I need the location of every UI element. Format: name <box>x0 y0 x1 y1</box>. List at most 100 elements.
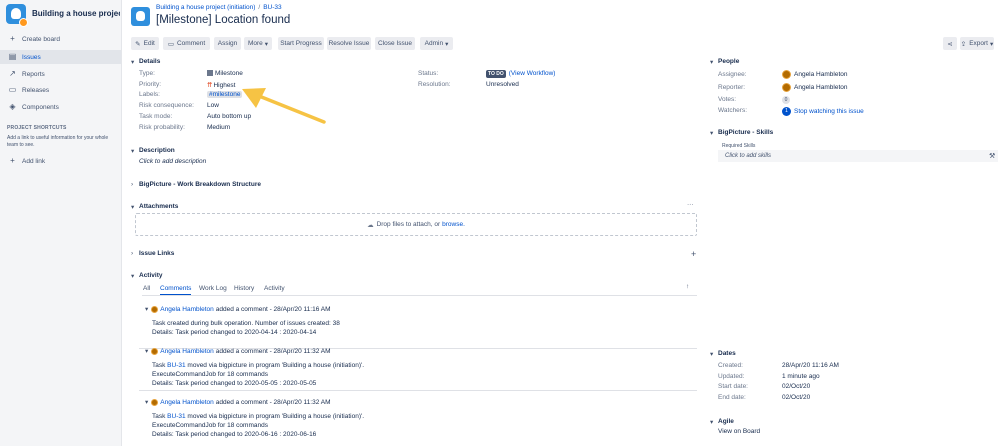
breadcrumb-project-link[interactable]: Building a house project (initiation) <box>156 4 255 11</box>
breadcrumb: Building a house project (initiation)/BU… <box>156 4 282 11</box>
risk-consequence-value[interactable]: Low <box>207 102 219 109</box>
wbs-section-title[interactable]: BigPicture - Work Breakdown Structure <box>139 181 261 188</box>
sidebar-item-reports[interactable]: ↗ Reports <box>0 67 121 81</box>
start-date-value: 02/Oct/20 <box>782 383 810 390</box>
skills-placeholder: Click to add skills <box>725 153 771 159</box>
chevron-down-icon[interactable]: ▾ <box>710 350 713 358</box>
chevron-right-icon[interactable]: › <box>131 181 133 188</box>
chevron-down-icon[interactable]: ▾ <box>710 418 713 426</box>
view-workflow-link[interactable]: (View Workflow) <box>509 70 556 77</box>
breadcrumb-separator: / <box>258 4 260 11</box>
add-link-button[interactable]: + Add link <box>0 154 121 168</box>
risk-probability-value[interactable]: Medium <box>207 124 230 131</box>
project-avatar[interactable] <box>6 4 26 24</box>
assignee-value[interactable]: Angela Hambleton <box>782 70 847 79</box>
resolve-issue-button[interactable]: Resolve Issue <box>327 37 371 50</box>
assign-label: Assign <box>218 40 238 47</box>
breadcrumb-issue-link[interactable]: BU-33 <box>263 4 281 11</box>
type-value: Milestone <box>207 70 243 77</box>
export-icon: ⇪ <box>961 40 966 48</box>
chevron-down-icon[interactable]: ▾ <box>710 129 713 137</box>
description-section-title[interactable]: Description <box>139 147 175 154</box>
admin-button[interactable]: Admin▾ <box>420 37 453 50</box>
tab-history[interactable]: History <box>234 285 254 292</box>
priority-value-text: Highest <box>213 82 235 89</box>
start-progress-button[interactable]: Start Progress <box>278 37 324 50</box>
issue-link[interactable]: BU-31 <box>167 362 185 369</box>
tab-all[interactable]: All <box>143 285 150 292</box>
wrench-icon[interactable]: ⚒ <box>989 152 995 160</box>
close-label: Close Issue <box>378 40 412 47</box>
end-date-value: 02/Oct/20 <box>782 394 810 401</box>
description-placeholder[interactable]: Click to add description <box>139 158 206 165</box>
sidebar-item-label: Issues <box>22 54 41 61</box>
share-icon: ⋖ <box>947 40 952 48</box>
agile-section-title[interactable]: Agile <box>718 418 734 425</box>
comment-author-link[interactable]: Angela Hambleton <box>160 348 213 355</box>
add-link-label: Add link <box>22 158 45 165</box>
votes-count: 0 <box>782 96 790 104</box>
details-section-title[interactable]: Details <box>139 58 160 65</box>
chevron-down-icon[interactable]: ▾ <box>131 272 134 280</box>
updated-label: Updated: <box>718 373 744 380</box>
assign-button[interactable]: Assign <box>214 37 241 50</box>
sidebar-item-issues[interactable]: ▤ Issues <box>0 50 121 64</box>
shortcuts-title: PROJECT SHORTCUTS <box>7 125 67 131</box>
tab-work-log[interactable]: Work Log <box>199 285 227 292</box>
shortcuts-description: Add a link to useful information for you… <box>7 135 112 149</box>
skills-section-title[interactable]: BigPicture - Skills <box>718 129 773 136</box>
more-options-icon[interactable]: ··· <box>687 201 694 208</box>
browse-link[interactable]: browse. <box>442 221 465 228</box>
comment-header: ▾ Angela Hambleton added a comment - 28/… <box>145 398 331 406</box>
avatar <box>782 70 791 79</box>
project-name[interactable]: Building a house projec... <box>32 9 120 18</box>
drop-files-text: Drop files to attach, or <box>377 221 441 228</box>
sort-order-icon[interactable]: ↑ <box>686 283 689 290</box>
sidebar-item-releases[interactable]: ▭ Releases <box>0 83 121 97</box>
comment-author-link[interactable]: Angela Hambleton <box>160 306 213 313</box>
skills-field[interactable]: Click to add skills ⚒ <box>718 150 998 162</box>
comment-author-link[interactable]: Angela Hambleton <box>160 399 213 406</box>
chevron-right-icon[interactable]: › <box>131 250 133 257</box>
export-button[interactable]: ⇪Export▾ <box>960 37 994 50</box>
chevron-down-icon[interactable]: ▾ <box>145 305 148 313</box>
chevron-down-icon[interactable]: ▾ <box>145 398 148 406</box>
updated-value: 1 minute ago <box>782 373 820 380</box>
chevron-down-icon[interactable]: ▾ <box>131 147 134 155</box>
sidebar-item-components[interactable]: ◈ Components <box>0 100 121 114</box>
votes-value[interactable]: 0 <box>782 96 790 104</box>
tab-activity[interactable]: Activity <box>264 285 285 292</box>
comment-label: Comment <box>177 40 205 47</box>
issue-link[interactable]: BU-31 <box>167 413 185 420</box>
dates-section-title[interactable]: Dates <box>718 350 736 357</box>
close-issue-button[interactable]: Close Issue <box>375 37 415 50</box>
reporter-value[interactable]: Angela Hambleton <box>782 83 847 92</box>
tabs-divider <box>142 295 697 296</box>
created-label: Created: <box>718 362 743 369</box>
watchers-count[interactable]: 1 <box>782 107 791 116</box>
people-section-title[interactable]: People <box>718 58 739 65</box>
chevron-down-icon[interactable]: ▾ <box>131 58 134 66</box>
comment-meta: added a comment - 28/Apr/20 11:16 AM <box>216 306 331 313</box>
chevron-down-icon[interactable]: ▾ <box>145 347 148 355</box>
share-button[interactable]: ⋖ <box>943 37 957 50</box>
sidebar-item-create-board[interactable]: + Create board <box>0 32 121 46</box>
more-button[interactable]: More▾ <box>244 37 272 50</box>
attachment-dropzone[interactable]: ☁ Drop files to attach, or browse. <box>135 213 697 236</box>
plus-icon[interactable]: + <box>691 249 696 259</box>
comment-line: Task created during bulk operation. Numb… <box>152 320 340 327</box>
comment-item: ▾ Angela Hambleton added a comment - 28/… <box>139 343 697 391</box>
edit-button[interactable]: ✎Edit <box>131 37 159 50</box>
chevron-down-icon[interactable]: ▾ <box>131 203 134 211</box>
attachments-section-title[interactable]: Attachments <box>139 203 178 210</box>
task-mode-label: Task mode: <box>139 113 172 120</box>
stop-watching-link[interactable]: Stop watching this issue <box>794 108 864 115</box>
comment-button[interactable]: ▭Comment <box>163 37 210 50</box>
activity-section-title[interactable]: Activity <box>139 272 162 279</box>
comment-header: ▾ Angela Hambleton added a comment - 28/… <box>145 347 331 355</box>
view-on-board-link[interactable]: View on Board <box>718 428 760 435</box>
created-value: 28/Apr/20 11:16 AM <box>782 362 839 369</box>
issue-links-section-title[interactable]: Issue Links <box>139 250 174 257</box>
resolution-value: Unresolved <box>486 81 519 88</box>
chevron-down-icon[interactable]: ▾ <box>710 58 713 66</box>
